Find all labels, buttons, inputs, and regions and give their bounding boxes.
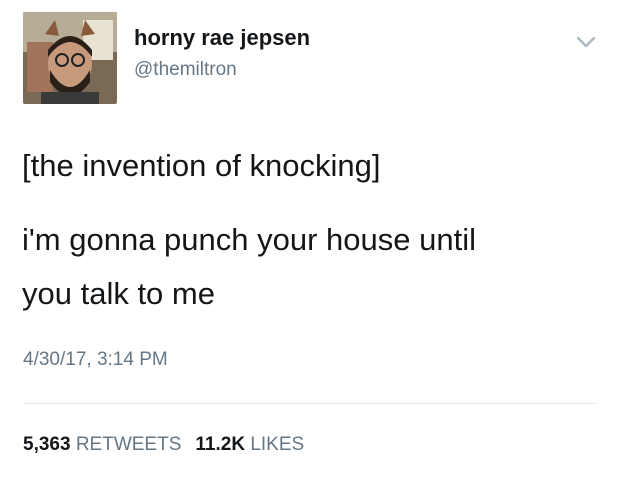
retweets-count: 5,363 [23, 434, 71, 455]
chevron-down-icon[interactable] [573, 32, 599, 52]
tweet-timestamp[interactable]: 4/30/17, 3:14 PM [23, 350, 168, 369]
retweets-label: RETWEETS [75, 434, 182, 455]
tweet-text-line: [the invention of knocking] [22, 148, 381, 183]
likes-count: 11.2K [195, 434, 246, 455]
likes-label: LIKES [250, 434, 305, 455]
retweets-stat[interactable]: 5,363 RETWEETS [23, 434, 181, 455]
display-name[interactable]: horny rae jepsen [134, 27, 310, 49]
avatar-image [23, 12, 117, 104]
likes-stat[interactable]: 11.2K LIKES [195, 434, 304, 455]
tweet-card: horny rae jepsen @themiltron [the invent… [0, 0, 620, 479]
user-handle[interactable]: @themiltron [134, 60, 237, 79]
tweet-text-line: you talk to me [22, 276, 215, 311]
tweet-text-line: i'm gonna punch your house until [22, 222, 476, 257]
divider [23, 403, 597, 404]
avatar[interactable] [23, 12, 117, 104]
tweet-stats: 5,363 RETWEETS 11.2K LIKES [23, 435, 304, 454]
